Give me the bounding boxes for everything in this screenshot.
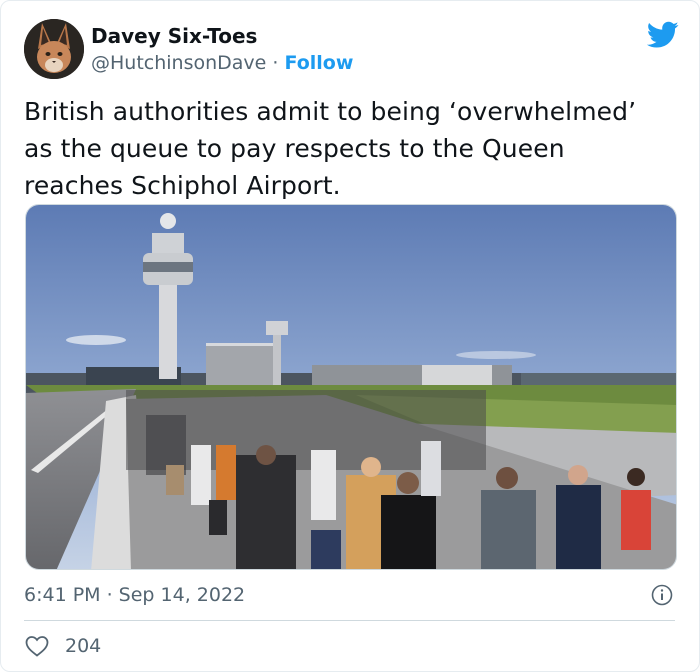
tweet-text-line: reaches Schiphol Airport. (24, 171, 341, 200)
handle-separator: · (272, 52, 279, 74)
divider (24, 620, 675, 621)
tweet-header: Davey Six-Toes @HutchinsonDave · Follow (24, 19, 679, 81)
author-handle-row: @HutchinsonDave · Follow (91, 50, 353, 76)
tweet-text-line: as the queue to pay respects to the Quee… (24, 134, 565, 163)
tweet-text-line: British authorities admit to being ‘over… (24, 97, 637, 126)
tweet-photo[interactable] (25, 204, 677, 570)
tweet-actions: 204 (24, 631, 101, 661)
info-icon[interactable] (651, 584, 673, 606)
avatar[interactable] (24, 19, 84, 79)
author-display-name[interactable]: Davey Six-Toes (91, 23, 353, 49)
heart-icon[interactable] (24, 634, 50, 658)
tweet-card: Davey Six-Toes @HutchinsonDave · Follow … (0, 0, 700, 672)
author-info: Davey Six-Toes @HutchinsonDave · Follow (91, 23, 353, 76)
author-handle[interactable]: @HutchinsonDave (91, 52, 266, 74)
tweet-timestamp[interactable]: 6:41 PM · Sep 14, 2022 (24, 584, 245, 606)
twitter-bird-icon[interactable] (646, 21, 679, 49)
tweet-meta: 6:41 PM · Sep 14, 2022 (24, 581, 675, 609)
like-count: 204 (65, 635, 102, 657)
follow-button[interactable]: Follow (285, 52, 354, 74)
tweet-text: British authorities admit to being ‘over… (24, 93, 674, 204)
